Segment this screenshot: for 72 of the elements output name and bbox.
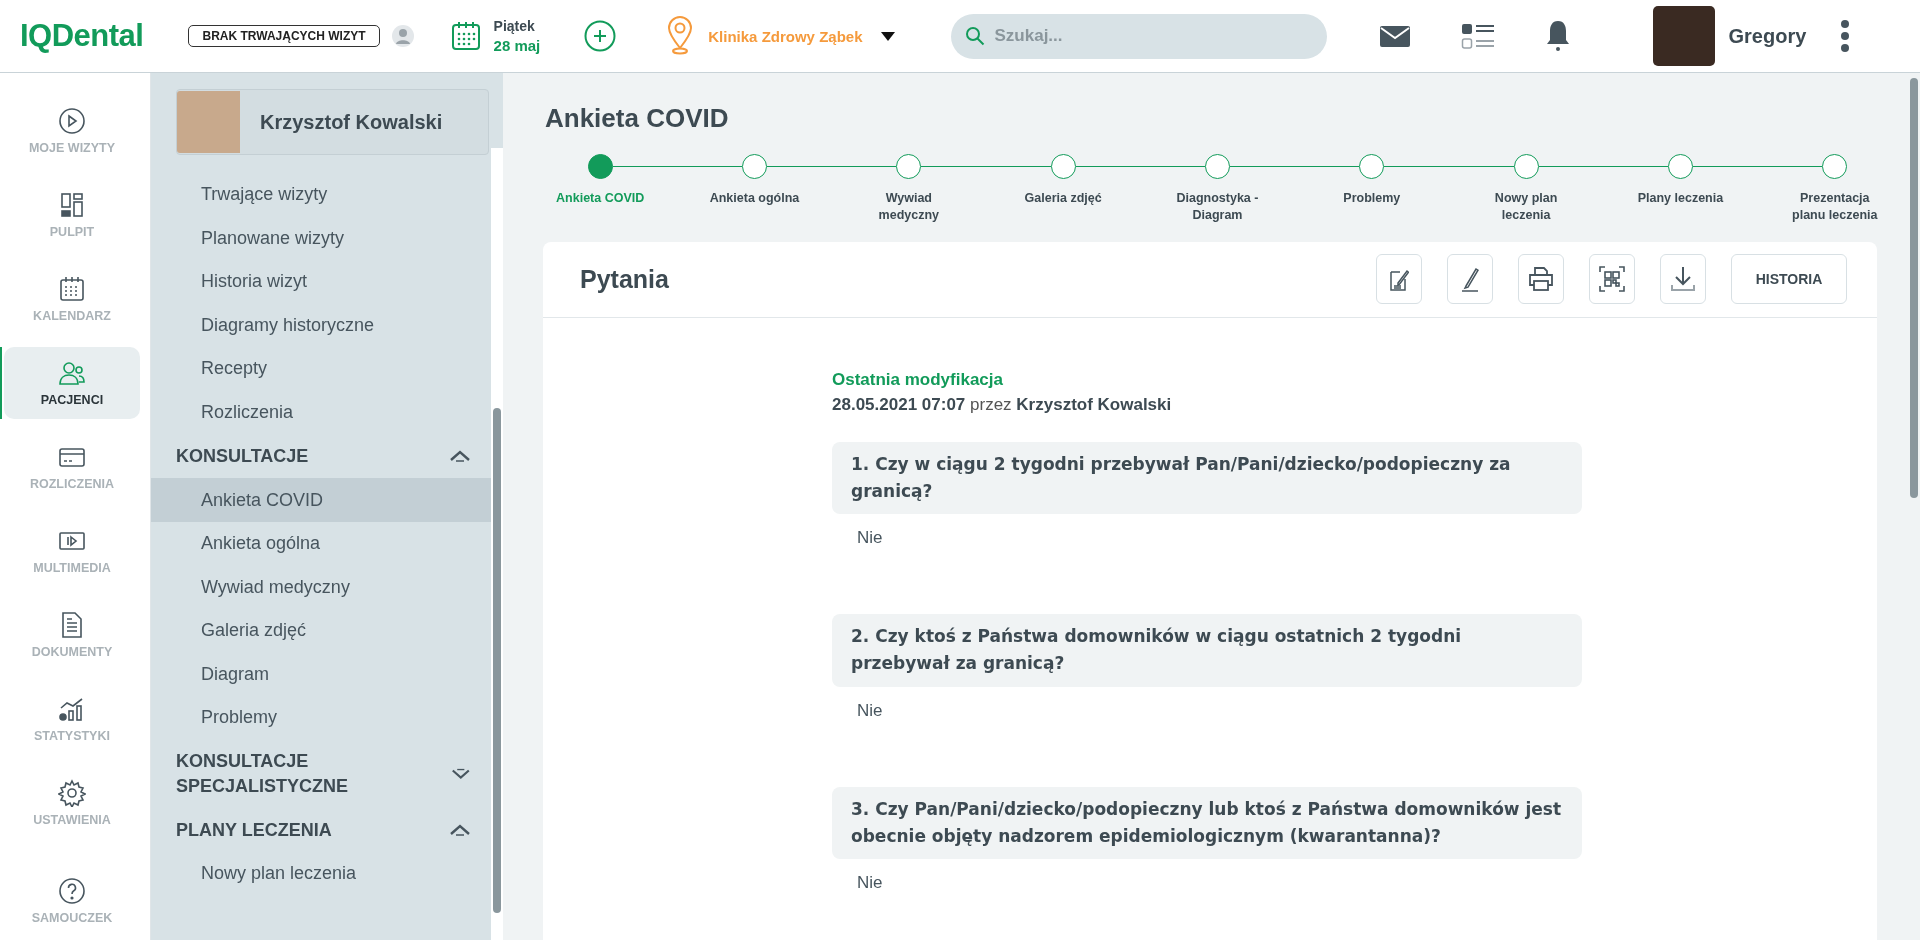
history-button[interactable]: HISTORIA xyxy=(1731,254,1847,305)
step-item[interactable]: Wywiad medyczny xyxy=(831,154,986,224)
bell-icon[interactable] xyxy=(1544,20,1571,52)
submenu-item[interactable]: Galeria zdjęć xyxy=(151,608,493,653)
section-header[interactable]: KONSULTACJE SPECJALISTYCZNE xyxy=(151,739,493,808)
patients-icon xyxy=(58,359,86,387)
patient-name: Krzysztof Kowalski xyxy=(260,110,443,134)
question-text: 1. Czy w ciągu 2 tygodni przebywał Pan/Pani/dziecko/podopieczny za granicą? xyxy=(832,441,1582,515)
page-title: Ankieta COVID xyxy=(545,103,730,134)
visit-status-badge: BRAK TRWAJĄCYCH WIZYT xyxy=(188,25,380,47)
printer-icon xyxy=(1528,266,1554,293)
scan-button[interactable] xyxy=(1589,254,1635,305)
weekday-label: Piątek xyxy=(493,18,536,34)
search-icon xyxy=(964,25,985,46)
patient-card[interactable]: Krzysztof Kowalski xyxy=(176,89,489,155)
mail-icon[interactable] xyxy=(1378,24,1411,48)
answer-text: Nie xyxy=(856,699,884,722)
last-modified-text: 28.05.2021 07:07 przez Krzysztof Kowalski xyxy=(832,394,1173,415)
step-item[interactable]: Ankieta COVID xyxy=(523,154,678,224)
search-field[interactable]: Szukaj... xyxy=(950,13,1327,59)
step-item[interactable]: Galeria zdjęć xyxy=(986,154,1141,224)
submenu-item[interactable]: Nowy plan leczenia xyxy=(151,852,493,896)
calendar-icon[interactable] xyxy=(449,20,482,52)
last-modified-label: Ostatnia modyfikacja xyxy=(832,369,1004,390)
add-icon[interactable] xyxy=(584,20,617,52)
print-button[interactable] xyxy=(1518,254,1564,305)
submenu-item[interactable]: Planowane wizyty xyxy=(151,216,493,260)
question-text: 3. Czy Pan/Pani/dziecko/podopieczny lub ktoś z Państwa domowników jest obecnie objęty nadzorem epidemiologicznym (kwarantanna)? xyxy=(832,786,1582,859)
step-item[interactable]: Nowy plan leczenia xyxy=(1448,154,1604,224)
app-logo[interactable]: IQDental xyxy=(20,18,144,54)
question-text: 2. Czy ktoś z Państwa domowników w ciągu ostatnich 2 tygodni przebywał za granicą? xyxy=(832,614,1582,687)
step-item[interactable]: Plany leczenia xyxy=(1603,154,1758,224)
sign-document-button[interactable] xyxy=(1376,254,1422,305)
submenu-item[interactable]: Wywiad medyczny xyxy=(151,565,493,609)
patient-photo-placeholder xyxy=(177,91,240,153)
qr-scan-icon xyxy=(1599,266,1625,293)
user-avatar-icon xyxy=(391,25,414,47)
task-list-icon[interactable] xyxy=(1460,22,1495,50)
user-photo-placeholder[interactable] xyxy=(1652,6,1715,66)
submenu-item[interactable]: Problemy xyxy=(151,695,493,740)
submenu-item[interactable]: Rozliczenia xyxy=(151,390,493,434)
section-header[interactable]: KONSULTACJE xyxy=(151,434,493,479)
calendar-icon xyxy=(58,275,86,303)
section-header[interactable]: PLANY LECZENIA xyxy=(151,807,493,853)
card-title: Pytania xyxy=(580,264,669,294)
step-item[interactable]: Problemy xyxy=(1294,154,1449,224)
download-button[interactable] xyxy=(1660,254,1706,305)
download-icon xyxy=(1670,266,1696,293)
edit-button[interactable] xyxy=(1447,254,1493,305)
answer-text: Nie xyxy=(856,527,884,550)
pencil-icon xyxy=(1461,266,1479,293)
help-icon xyxy=(58,877,86,905)
more-options-icon[interactable] xyxy=(1840,19,1851,53)
user-name[interactable]: Gregory xyxy=(1728,24,1807,48)
submenu-item[interactable]: Diagramy historyczne xyxy=(151,303,493,347)
play-icon xyxy=(58,107,86,135)
submenu-item[interactable]: Trwające wizyty xyxy=(151,173,493,217)
date-label: 28 maj xyxy=(493,37,541,54)
settings-icon xyxy=(58,779,86,807)
submenu-item[interactable]: Diagram xyxy=(151,652,493,696)
submenu-item[interactable]: Ankieta ogólna xyxy=(151,521,493,566)
scrollbar-thumb[interactable] xyxy=(493,408,501,913)
submenu-item[interactable]: Historia wizyt xyxy=(151,260,493,304)
scrollbar-thumb[interactable] xyxy=(1910,78,1918,498)
dashboard-icon xyxy=(58,191,86,219)
step-item[interactable]: Diagnostyka - Diagram xyxy=(1140,154,1295,224)
submenu-item[interactable]: Ankieta COVID xyxy=(151,478,493,522)
step-item[interactable]: Ankieta ogólna xyxy=(677,154,832,224)
answer-text: Nie xyxy=(856,871,884,894)
caret-icon xyxy=(880,31,895,41)
submenu-item[interactable]: Recepty xyxy=(151,347,493,391)
location-pin-icon xyxy=(666,16,695,56)
